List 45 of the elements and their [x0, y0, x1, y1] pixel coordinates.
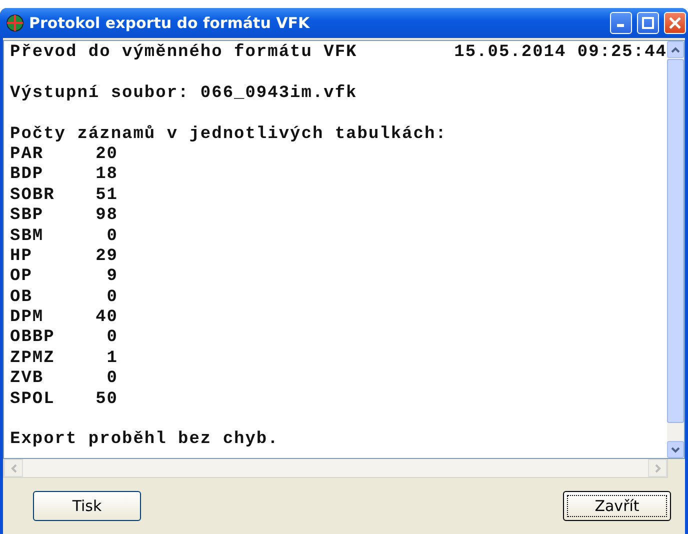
- table-name: SOBR: [10, 186, 56, 206]
- record-count: 50: [94, 390, 118, 410]
- result-message: Export proběhl bez chyb.: [10, 430, 279, 451]
- record-count: 0: [106, 226, 118, 247]
- close-button[interactable]: [664, 12, 686, 34]
- window-title: Protokol exportu do formátu VFK: [29, 14, 311, 32]
- chevron-left-icon: [10, 464, 16, 472]
- table-name: ZPMZ: [10, 348, 56, 370]
- close-dialog-button[interactable]: Zavřít: [563, 491, 671, 521]
- record-count: 1: [106, 348, 118, 370]
- record-count: 0: [106, 288, 118, 308]
- table-name: OBBP: [10, 328, 56, 349]
- table-name: DPM: [10, 308, 45, 328]
- table-name: BDP: [10, 165, 45, 186]
- table-name: ZVB: [10, 369, 45, 390]
- record-count: 40: [94, 308, 118, 328]
- record-count: 0: [106, 328, 118, 349]
- maximize-button[interactable]: [637, 12, 659, 34]
- table-name: OB: [10, 288, 34, 308]
- record-count: 98: [94, 206, 118, 227]
- output-file-line: Výstupní soubor: 066_0943im.vfk: [10, 84, 358, 104]
- horizontal-scrollbar[interactable]: [3, 459, 668, 478]
- minimize-button[interactable]: [610, 12, 632, 34]
- table-name: SPOL: [10, 390, 56, 410]
- table-name: HP: [10, 246, 34, 268]
- vertical-scrollbar[interactable]: [667, 41, 684, 458]
- log-heading: Převod do výměnného formátu VFK: [10, 43, 358, 64]
- record-count: 51: [94, 186, 118, 206]
- maximize-icon: [642, 17, 654, 29]
- close-icon: [669, 17, 681, 29]
- table-name: PAR: [10, 144, 45, 166]
- counts-heading: Počty záznamů v jednotlivých tabulkách:: [10, 124, 447, 145]
- record-count: 18: [94, 165, 118, 186]
- table-name: OP: [10, 267, 34, 288]
- record-count: 29: [94, 246, 118, 268]
- table-name: SBP: [10, 206, 45, 227]
- record-count: 9: [106, 267, 118, 288]
- table-name: SBM: [10, 226, 45, 247]
- chevron-down-icon: [671, 446, 680, 452]
- record-count: 0: [106, 369, 118, 390]
- chevron-right-icon: [654, 464, 660, 472]
- record-count: 20: [94, 144, 118, 166]
- chevron-up-icon: [671, 46, 680, 52]
- timestamp: 15.05.2014 09:25:44: [454, 43, 667, 64]
- print-button[interactable]: Tisk: [33, 491, 141, 521]
